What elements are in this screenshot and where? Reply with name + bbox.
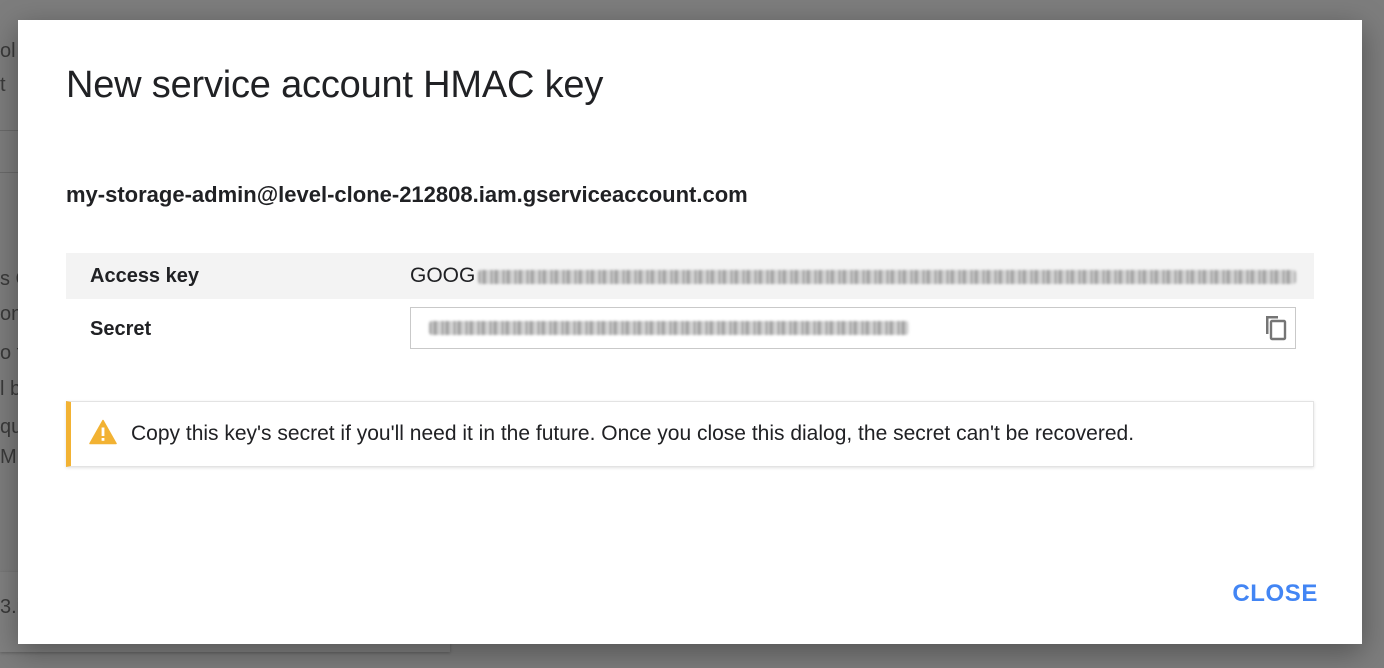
access-key-redacted-value <box>478 270 1296 284</box>
background-text: 3.i <box>0 596 18 618</box>
secret-redacted-value <box>429 321 909 335</box>
secret-field[interactable] <box>410 307 1296 349</box>
background-text: t <box>0 74 6 96</box>
secret-label: Secret <box>90 318 152 340</box>
warning-triangle-icon <box>89 419 117 445</box>
background-text: o f <box>0 342 18 364</box>
background-text: s C <box>0 268 18 290</box>
background-divider <box>0 172 18 173</box>
background-text: l b <box>0 378 18 400</box>
close-button[interactable]: CLOSE <box>1230 576 1320 612</box>
copy-secret-button[interactable] <box>1261 313 1289 343</box>
access-key-label: Access key <box>90 265 199 287</box>
background-divider <box>0 130 18 131</box>
background-text: on <box>0 303 18 325</box>
hmac-key-dialog: New service account HMAC key my-storage-… <box>18 20 1362 644</box>
content-copy-icon <box>1266 316 1287 341</box>
background-text: qu <box>0 416 18 438</box>
background-text: M <box>0 446 17 468</box>
dialog-title: New service account HMAC key <box>66 64 604 106</box>
access-key-prefix: GOOG <box>410 264 476 287</box>
access-key-row: Access key GOOG <box>66 253 1314 299</box>
background-text: ol <box>0 40 16 62</box>
secret-row: Secret <box>66 299 1314 359</box>
service-account-email: my-storage-admin@level-clone-212808.iam.… <box>66 182 748 207</box>
warning-text: Copy this key's secret if you'll need it… <box>131 422 1135 445</box>
warning-banner: Copy this key's secret if you'll need it… <box>66 401 1314 467</box>
keys-table: Access key GOOG Secret <box>66 253 1314 359</box>
